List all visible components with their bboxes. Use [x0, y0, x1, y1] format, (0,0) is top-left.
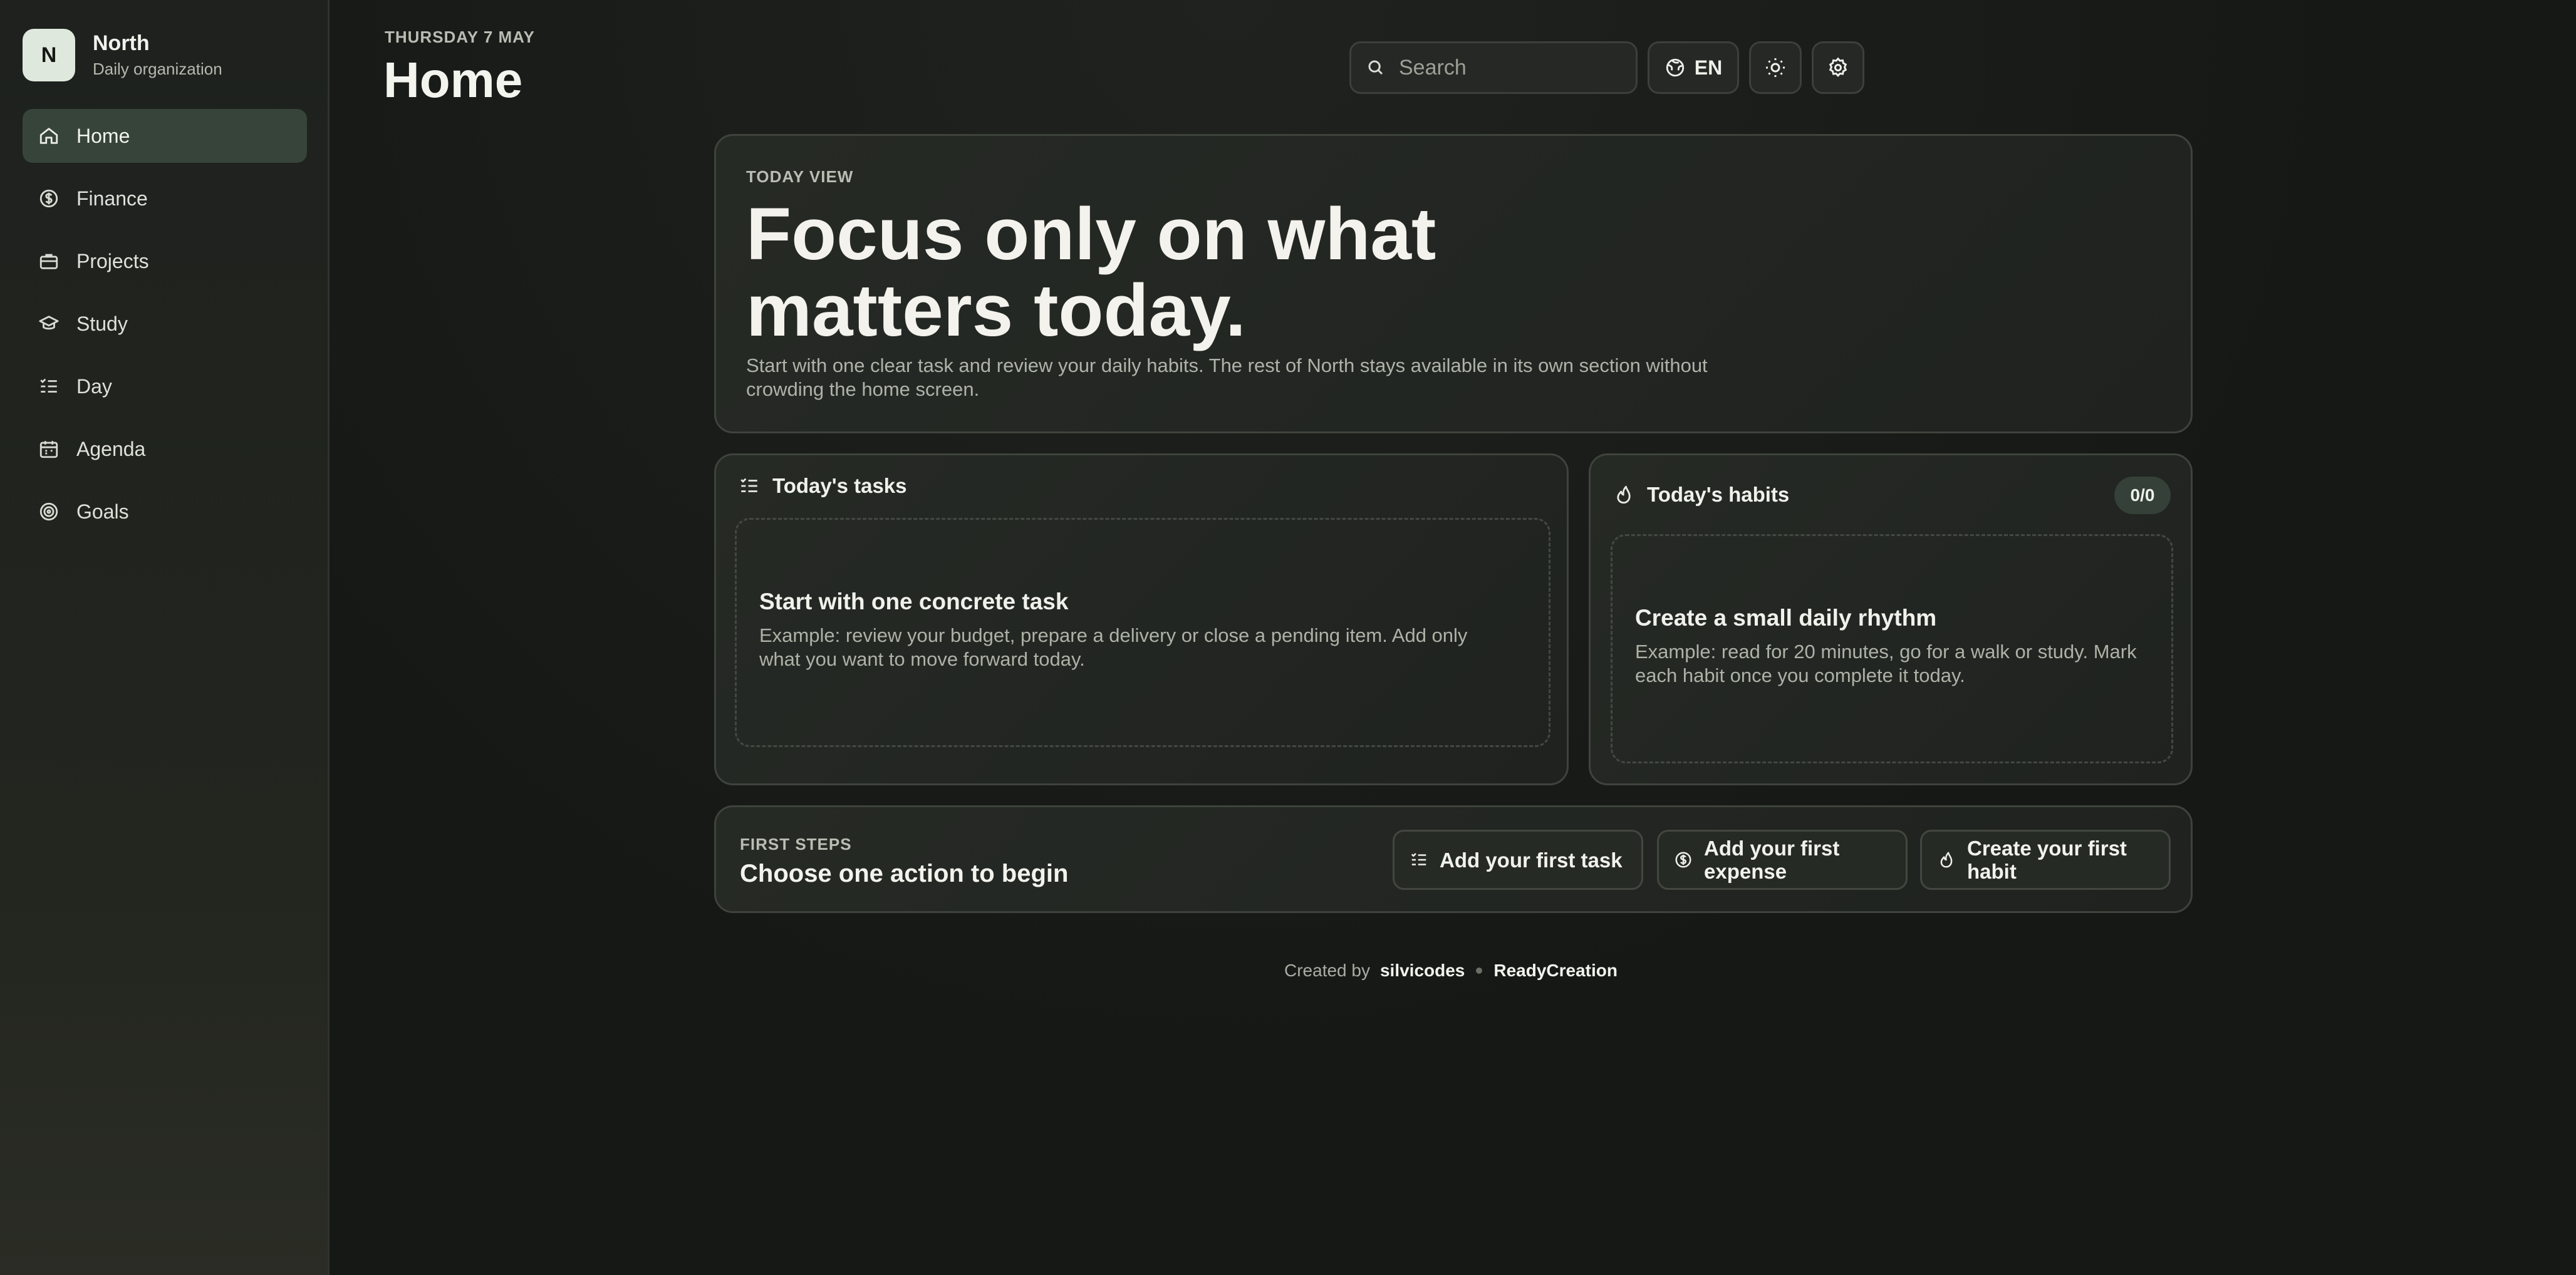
first-steps-title: Choose one action to begin [740, 860, 1069, 887]
page-title: Home [383, 52, 523, 108]
add-first-task-label: Add your first task [1440, 848, 1623, 872]
brand-subtitle: Daily organization [93, 59, 222, 78]
sidebar-nav: Home Finance Projects Study Day Agenda G… [23, 109, 307, 547]
globe-icon [1666, 58, 1684, 77]
checklist-icon [740, 478, 757, 492]
habits-empty-title: Create a small daily rhythm [1635, 605, 1937, 631]
search-placeholder: Search [1399, 55, 1467, 80]
first-steps-card: FIRST STEPS Choose one action to begin A… [714, 805, 2193, 913]
sidebar-item-label: Study [76, 312, 128, 335]
dollar-icon [1675, 852, 1691, 868]
add-first-expense-label: Add your first expense [1704, 837, 1840, 883]
sidebar-item-label: Day [76, 374, 112, 398]
tasks-empty-text: Example: review your budget, prepare a d… [759, 624, 1468, 670]
brand-logo: N [23, 29, 75, 81]
tasks-title: Today's tasks [772, 474, 907, 497]
sidebar-item-study[interactable]: Study [23, 297, 307, 351]
search-input[interactable]: Search [1349, 41, 1638, 94]
language-button[interactable]: EN [1648, 41, 1739, 94]
graduation-cap-icon [38, 312, 60, 335]
brand-text: North Daily organization [93, 31, 222, 79]
tasks-empty-state: Start with one concrete task Example: re… [735, 518, 1550, 747]
sidebar-item-agenda[interactable]: Agenda [23, 422, 307, 476]
hero-headline: Focus only on what matters today. [746, 193, 1436, 352]
sidebar-item-projects[interactable]: Projects [23, 234, 307, 288]
sidebar-item-label: Projects [76, 249, 149, 272]
create-first-habit-button[interactable]: Create your first habit [1920, 830, 2171, 890]
sidebar-item-finance[interactable]: Finance [23, 172, 307, 225]
dollar-icon [38, 187, 60, 210]
footer-created-by: Created by [1284, 961, 1370, 980]
calendar-icon [38, 438, 60, 460]
create-first-habit-label: Create your first habit [1967, 837, 2127, 883]
footer-separator [1476, 968, 1483, 974]
footer-author-link[interactable]: silvicodes [1380, 961, 1465, 981]
top-toolbar: Search EN [1349, 41, 1864, 94]
todays-tasks-card: Today's tasks Start with one concrete ta… [714, 453, 1569, 785]
sidebar-item-label: Home [76, 124, 130, 147]
flame-icon [1940, 852, 1953, 868]
sidebar-item-goals[interactable]: Goals [23, 485, 307, 539]
brand[interactable]: N North Daily organization [23, 29, 222, 81]
target-icon [38, 500, 60, 523]
gear-icon [1829, 57, 1847, 77]
checklist-icon [1411, 853, 1426, 865]
tasks-header: Today's tasks [739, 474, 907, 498]
todays-habits-card: Today's habits 0/0 Create a small daily … [1589, 453, 2193, 785]
search-icon [1368, 60, 1383, 75]
sidebar: N North Daily organization Home Finance … [0, 0, 330, 1275]
current-date: THURSDAY 7 MAY [385, 28, 535, 46]
habits-empty-text: Example: read for 20 minutes, go for a w… [1635, 641, 2137, 686]
today-view-card: TODAY VIEW Focus only on what matters to… [714, 134, 2193, 433]
sun-icon [1766, 58, 1785, 77]
checklist-icon [38, 375, 60, 398]
habits-count-badge: 0/0 [2114, 477, 2171, 514]
footer: Created by silvicodes ReadyCreation [1284, 961, 1618, 981]
brand-name: North [93, 31, 150, 55]
settings-button[interactable] [1812, 41, 1864, 94]
flame-icon [1617, 485, 1631, 504]
footer-company-link[interactable]: ReadyCreation [1493, 961, 1618, 981]
theme-toggle-button[interactable] [1749, 41, 1802, 94]
habits-title: Today's habits [1647, 483, 1790, 506]
sidebar-item-home[interactable]: Home [23, 109, 307, 163]
app: N North Daily organization Home Finance … [0, 0, 2576, 1275]
tasks-empty-title: Start with one concrete task [759, 589, 1069, 614]
sidebar-item-label: Goals [76, 500, 129, 523]
first-steps-eyebrow: FIRST STEPS [740, 835, 852, 854]
add-first-task-button[interactable]: Add your first task [1393, 830, 1643, 890]
sidebar-item-day[interactable]: Day [23, 359, 307, 413]
hero-eyebrow: TODAY VIEW [746, 167, 854, 186]
home-icon [38, 125, 60, 147]
habits-empty-state: Create a small daily rhythm Example: rea… [1611, 534, 2173, 763]
sidebar-item-label: Finance [76, 187, 148, 210]
briefcase-icon [38, 250, 60, 272]
habits-header: Today's habits [1613, 483, 1789, 507]
hero-description: Start with one clear task and review you… [746, 354, 1708, 400]
sidebar-item-label: Agenda [76, 437, 146, 460]
language-label: EN [1694, 56, 1723, 79]
add-first-expense-button[interactable]: Add your first expense [1657, 830, 1908, 890]
